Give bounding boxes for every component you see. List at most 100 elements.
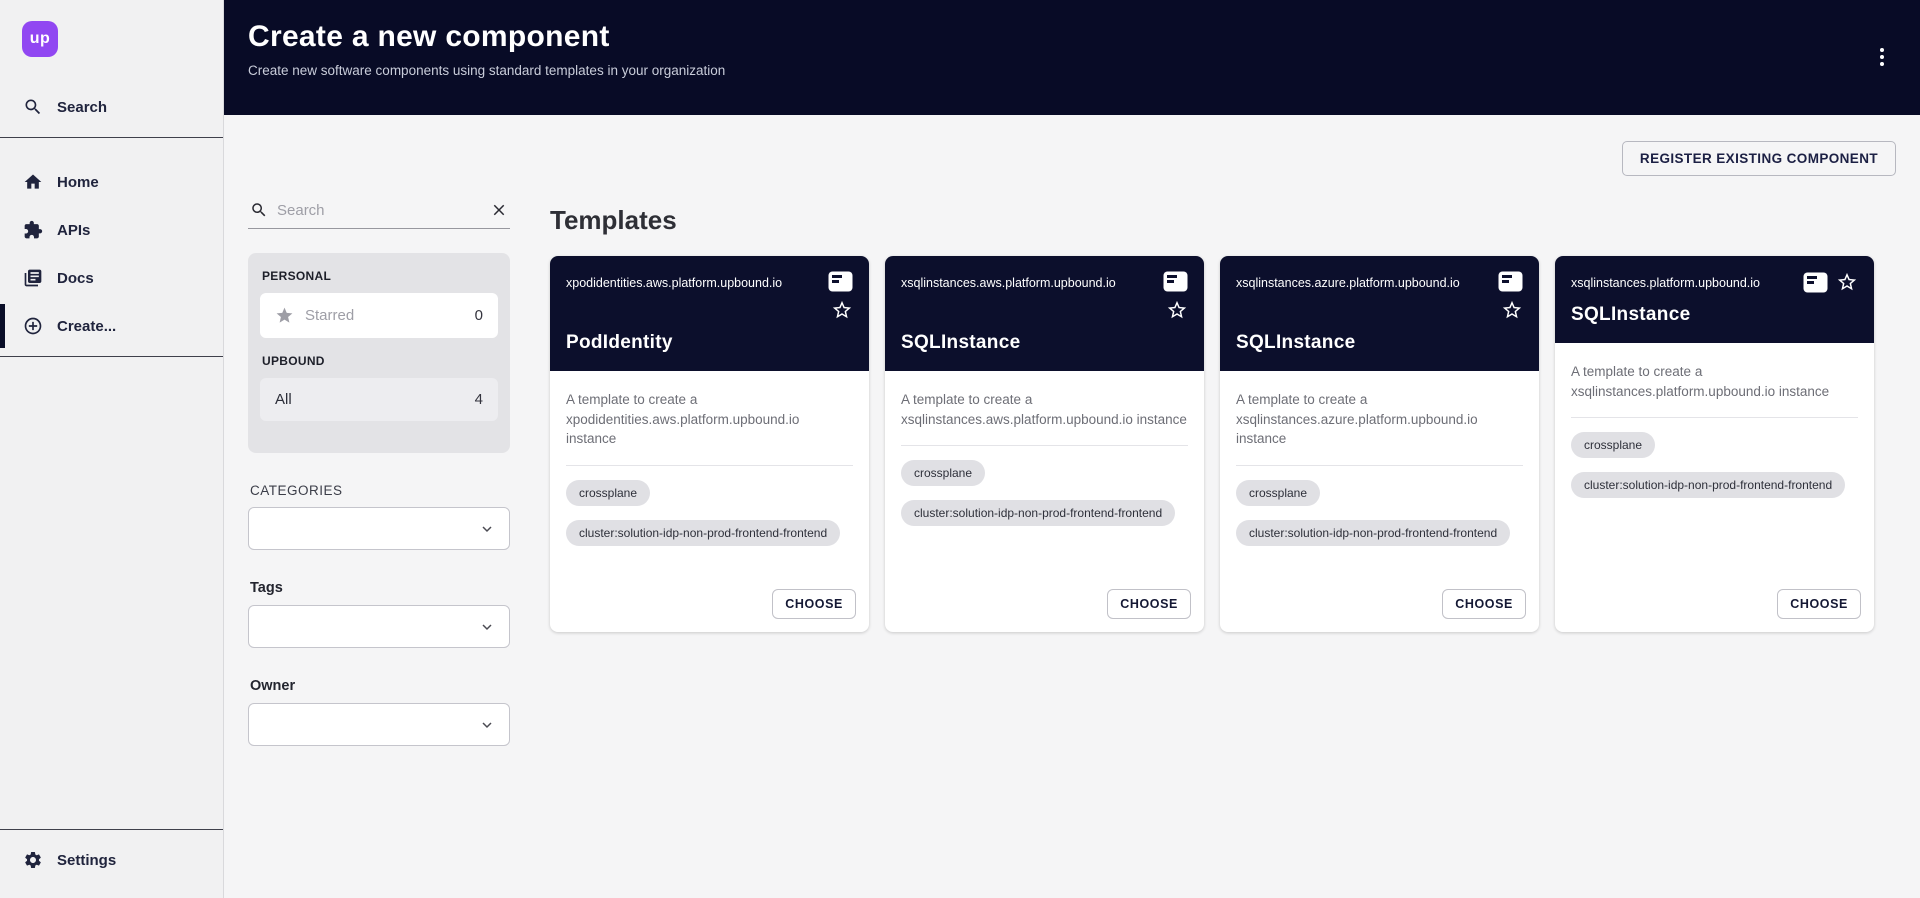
choose-button[interactable]: CHOOSE <box>1442 589 1526 619</box>
filter-item-count: 0 <box>475 307 483 324</box>
favorite-star-button[interactable] <box>831 299 853 321</box>
sidebar-divider <box>0 137 223 138</box>
sidebar-item-search[interactable]: Search <box>0 83 223 131</box>
app-root: up Search Home APIs Docs Create... <box>0 0 1920 898</box>
tag-chip: crossplane <box>901 460 985 486</box>
search-icon <box>23 97 43 117</box>
star-outline-icon <box>1166 299 1188 321</box>
filter-item-count: 4 <box>475 391 483 408</box>
template-card: xsqlinstances.aws.platform.upbound.io SQ… <box>885 256 1204 632</box>
home-icon <box>23 172 43 192</box>
sidebar-item-label: Docs <box>57 270 94 287</box>
chevron-down-icon <box>479 521 495 537</box>
template-title: SQLInstance <box>1236 332 1523 354</box>
search-icon <box>250 201 268 219</box>
filter-panel: PERSONAL Starred 0 UPBOUND All 4 CATEGOR… <box>248 199 510 746</box>
template-description: A template to create a xsqlinstances.azu… <box>1236 390 1523 449</box>
filter-group-label-upbound: UPBOUND <box>262 354 498 368</box>
tag-chip: cluster:solution-idp-non-prod-frontend-f… <box>901 500 1175 526</box>
sidebar-divider <box>0 356 223 357</box>
template-card-body: A template to create a xsqlinstances.aws… <box>885 371 1204 589</box>
template-type-icon <box>1498 271 1523 292</box>
sidebar-item-label: Settings <box>57 852 116 869</box>
template-card-footer: CHOOSE <box>885 589 1204 632</box>
clear-icon[interactable] <box>490 201 508 219</box>
template-description: A template to create a xpodidentities.aw… <box>566 390 853 449</box>
template-card-body: A template to create a xpodidentities.aw… <box>550 371 869 589</box>
template-description: A template to create a xsqlinstances.pla… <box>1571 362 1858 401</box>
template-card-footer: CHOOSE <box>550 589 869 632</box>
template-type-icon <box>1163 271 1188 292</box>
categories-select[interactable] <box>248 507 510 550</box>
filter-groups-box: PERSONAL Starred 0 UPBOUND All 4 <box>248 253 510 453</box>
tag-chip: cluster:solution-idp-non-prod-frontend-f… <box>566 520 840 546</box>
chevron-down-icon <box>479 619 495 635</box>
gear-icon <box>23 850 43 870</box>
template-title: PodIdentity <box>566 332 853 354</box>
main-area: Create a new component Create new softwa… <box>224 0 1920 898</box>
template-entity-name: xsqlinstances.platform.upbound.io <box>1571 271 1760 291</box>
template-description: A template to create a xsqlinstances.aws… <box>901 390 1188 429</box>
template-card-body: A template to create a xsqlinstances.pla… <box>1555 343 1874 589</box>
filter-item-all[interactable]: All 4 <box>260 378 498 421</box>
favorite-star-button[interactable] <box>1501 299 1523 321</box>
upbound-logo[interactable]: up <box>22 21 58 57</box>
filter-item-label: All <box>275 391 292 408</box>
search-input[interactable] <box>277 202 481 219</box>
star-outline-icon <box>1836 271 1858 293</box>
sidebar-item-label: Home <box>57 174 99 191</box>
template-card: xsqlinstances.azure.platform.upbound.io … <box>1220 256 1539 632</box>
tag-chip: crossplane <box>1236 480 1320 506</box>
sidebar-item-create[interactable]: Create... <box>0 302 223 350</box>
owner-select[interactable] <box>248 703 510 746</box>
page-content: REGISTER EXISTING COMPONENT PERSONAL S <box>224 115 1920 898</box>
template-card-header: xsqlinstances.platform.upbound.io SQLIns… <box>1555 256 1874 343</box>
choose-button[interactable]: CHOOSE <box>1777 589 1861 619</box>
kebab-menu-icon[interactable] <box>1870 43 1894 71</box>
favorite-star-button[interactable] <box>1166 299 1188 321</box>
owner-label: Owner <box>250 678 510 694</box>
template-card-header: xsqlinstances.azure.platform.upbound.io … <box>1220 256 1539 371</box>
template-type-icon <box>1803 272 1828 293</box>
template-entity-name: xpodidentities.aws.platform.upbound.io <box>566 271 782 291</box>
template-card-footer: CHOOSE <box>1555 589 1874 632</box>
tags-select[interactable] <box>248 605 510 648</box>
filter-item-starred[interactable]: Starred 0 <box>260 293 498 338</box>
tag-chip: cluster:solution-idp-non-prod-frontend-f… <box>1236 520 1510 546</box>
sidebar-item-settings[interactable]: Settings <box>0 836 223 884</box>
template-card: xpodidentities.aws.platform.upbound.io P… <box>550 256 869 632</box>
templates-heading: Templates <box>550 205 1896 236</box>
tag-chip: crossplane <box>566 480 650 506</box>
register-existing-component-button[interactable]: REGISTER EXISTING COMPONENT <box>1622 141 1896 176</box>
template-type-icon <box>828 271 853 292</box>
template-search-field <box>248 199 510 229</box>
sidebar-item-label: Search <box>57 99 107 116</box>
template-title: SQLInstance <box>1571 304 1858 326</box>
tag-chip: crossplane <box>1571 432 1655 458</box>
favorite-star-button[interactable] <box>1836 271 1858 293</box>
sidebar-nav: Home APIs Docs Create... <box>0 158 223 350</box>
template-card-body: A template to create a xsqlinstances.azu… <box>1220 371 1539 589</box>
templates-section: Templates xpodidentities.aws.platform.up… <box>550 199 1896 746</box>
categories-label: CATEGORIES <box>250 483 510 498</box>
choose-button[interactable]: CHOOSE <box>1107 589 1191 619</box>
sidebar-item-docs[interactable]: Docs <box>0 254 223 302</box>
puzzle-icon <box>23 220 43 240</box>
sidebar-item-home[interactable]: Home <box>0 158 223 206</box>
template-entity-name: xsqlinstances.azure.platform.upbound.io <box>1236 271 1460 291</box>
page-subtitle: Create new software components using sta… <box>248 63 1888 78</box>
star-outline-icon <box>1501 299 1523 321</box>
filter-item-label: Starred <box>305 307 354 324</box>
tag-chip: cluster:solution-idp-non-prod-frontend-f… <box>1571 472 1845 498</box>
add-circle-icon <box>23 316 43 336</box>
page-header: Create a new component Create new softwa… <box>224 0 1920 115</box>
choose-button[interactable]: CHOOSE <box>772 589 856 619</box>
sidebar: up Search Home APIs Docs Create... <box>0 0 224 898</box>
filter-group-label-personal: PERSONAL <box>262 269 498 283</box>
template-entity-name: xsqlinstances.aws.platform.upbound.io <box>901 271 1116 291</box>
template-card-grid: xpodidentities.aws.platform.upbound.io P… <box>550 256 1896 632</box>
sidebar-item-apis[interactable]: APIs <box>0 206 223 254</box>
sidebar-divider <box>0 829 223 830</box>
star-icon <box>275 306 294 325</box>
template-card-header: xpodidentities.aws.platform.upbound.io P… <box>550 256 869 371</box>
